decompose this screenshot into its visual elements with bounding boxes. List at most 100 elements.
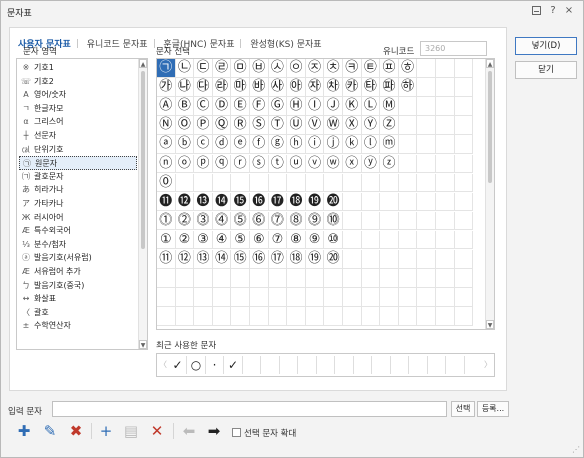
char-cell[interactable]: ⓐ bbox=[157, 135, 176, 154]
char-cell[interactable] bbox=[380, 288, 399, 307]
category-item[interactable]: Æ 특수외국어 bbox=[19, 224, 137, 238]
char-cell[interactable] bbox=[361, 269, 381, 288]
char-cell[interactable]: ⓶ bbox=[175, 211, 195, 231]
char-cell[interactable]: Ⓨ bbox=[361, 116, 381, 135]
char-cell[interactable] bbox=[175, 307, 195, 326]
recent-char-cell[interactable]: · bbox=[206, 356, 224, 374]
char-cell[interactable] bbox=[361, 230, 381, 250]
char-cell[interactable]: ② bbox=[175, 230, 195, 250]
char-cell[interactable] bbox=[361, 288, 381, 307]
char-cell[interactable]: ㉶ bbox=[305, 78, 325, 97]
recent-char-cell[interactable]: ✓ bbox=[169, 356, 187, 374]
char-cell[interactable]: Ⓗ bbox=[287, 97, 306, 116]
recent-char-cell[interactable] bbox=[410, 356, 428, 374]
char-cell[interactable] bbox=[454, 97, 474, 116]
char-cell[interactable]: ⓲ bbox=[287, 192, 306, 212]
char-cell[interactable] bbox=[231, 288, 250, 307]
category-item[interactable]: ア 가타카나 bbox=[19, 197, 137, 211]
char-cell[interactable] bbox=[361, 173, 381, 193]
char-cell[interactable]: Ⓔ bbox=[231, 97, 250, 116]
char-cell[interactable] bbox=[287, 173, 306, 193]
char-cell[interactable]: ⑦ bbox=[268, 230, 288, 250]
char-cell[interactable] bbox=[436, 211, 455, 231]
char-cell[interactable] bbox=[454, 59, 474, 78]
category-item[interactable]: ※ 기호1 bbox=[19, 61, 137, 75]
recent-next-icon[interactable]: 〉 bbox=[483, 356, 493, 374]
char-cell[interactable] bbox=[157, 288, 176, 307]
char-cell[interactable]: ⓞ bbox=[175, 154, 195, 173]
char-cell[interactable] bbox=[194, 288, 213, 307]
char-cell[interactable]: ㉹ bbox=[361, 78, 381, 97]
grid-scrollbar[interactable]: ▲ ▼ bbox=[485, 59, 494, 329]
char-cell[interactable] bbox=[324, 269, 343, 288]
char-cell[interactable]: ⓟ bbox=[194, 154, 213, 173]
char-cell[interactable] bbox=[324, 307, 343, 326]
scroll-up-icon[interactable]: ▲ bbox=[139, 59, 147, 68]
char-cell[interactable]: ㉧ bbox=[287, 59, 306, 78]
char-cell[interactable]: ㉠ bbox=[157, 59, 176, 78]
char-cell[interactable] bbox=[454, 173, 474, 193]
char-cell[interactable] bbox=[417, 211, 436, 231]
char-cell[interactable]: ㉲ bbox=[231, 78, 250, 97]
char-cell[interactable] bbox=[305, 269, 325, 288]
char-cell[interactable] bbox=[287, 307, 306, 326]
recent-char-cell[interactable] bbox=[391, 356, 409, 374]
char-cell[interactable]: Ⓑ bbox=[175, 97, 195, 116]
char-cell[interactable] bbox=[287, 269, 306, 288]
char-cell[interactable]: ㉭ bbox=[398, 59, 418, 78]
category-list[interactable]: ▲ ▼ ※ 기호1 ☏ 기호2 A 영어/숫자 ㄱ 한글자모 α 그리스어 ┼ 선문자 ㎈ 단위기호 ㉠ 원문… bbox=[16, 58, 148, 350]
char-cell[interactable]: ㉳ bbox=[250, 78, 269, 97]
char-cell[interactable] bbox=[268, 269, 288, 288]
char-cell[interactable] bbox=[436, 78, 455, 97]
recent-char-cell[interactable] bbox=[447, 356, 465, 374]
char-cell[interactable] bbox=[398, 116, 418, 135]
category-item[interactable]: ㄱ 한글자모 bbox=[19, 102, 137, 116]
char-cell[interactable]: ⓔ bbox=[231, 135, 250, 154]
char-cell[interactable] bbox=[398, 250, 418, 269]
char-cell[interactable]: ⓤ bbox=[287, 154, 306, 173]
char-cell[interactable] bbox=[380, 307, 399, 326]
char-cell[interactable] bbox=[380, 173, 399, 193]
char-cell[interactable]: ⓜ bbox=[380, 135, 399, 154]
char-cell[interactable] bbox=[436, 59, 455, 78]
char-cell[interactable]: ⑩ bbox=[324, 230, 343, 250]
category-scrollbar[interactable]: ▲ ▼ bbox=[138, 59, 147, 349]
char-cell[interactable]: ⓵ bbox=[157, 211, 176, 231]
char-cell[interactable]: ⓳ bbox=[305, 192, 325, 212]
char-cell[interactable] bbox=[454, 78, 474, 97]
char-cell[interactable] bbox=[454, 135, 474, 154]
char-cell[interactable]: ㉢ bbox=[194, 59, 213, 78]
char-cell[interactable] bbox=[343, 192, 362, 212]
char-cell[interactable] bbox=[436, 230, 455, 250]
char-cell[interactable]: Ⓘ bbox=[305, 97, 325, 116]
char-cell[interactable] bbox=[194, 269, 213, 288]
char-cell[interactable] bbox=[380, 192, 399, 212]
edit-char-icon[interactable]: ✎ bbox=[39, 420, 61, 442]
char-cell[interactable]: ⓑ bbox=[175, 135, 195, 154]
close-icon[interactable]: × bbox=[562, 4, 576, 18]
category-item[interactable]: あ 히라가나 bbox=[19, 183, 137, 197]
char-cell[interactable]: ⑳ bbox=[324, 250, 343, 269]
char-cell[interactable] bbox=[454, 288, 474, 307]
char-cell[interactable] bbox=[343, 173, 362, 193]
scroll-thumb[interactable] bbox=[141, 71, 145, 249]
char-cell[interactable]: Ⓓ bbox=[212, 97, 232, 116]
unicode-field[interactable]: 3260 bbox=[420, 41, 487, 56]
category-item[interactable]: ☏ 기호2 bbox=[19, 75, 137, 89]
char-cell[interactable]: ㉯ bbox=[175, 78, 195, 97]
char-cell[interactable]: ⓗ bbox=[287, 135, 306, 154]
char-cell[interactable]: ⑭ bbox=[212, 250, 232, 269]
char-cell[interactable] bbox=[417, 154, 436, 173]
char-cell[interactable]: ⓨ bbox=[361, 154, 381, 173]
char-cell[interactable]: ⓭ bbox=[194, 192, 213, 212]
grid-scroll-down-icon[interactable]: ▼ bbox=[486, 320, 494, 329]
close-button[interactable]: 닫기 bbox=[515, 61, 577, 79]
category-item[interactable]: ⓐ 발음기호(서유럽) bbox=[19, 251, 137, 265]
char-cell[interactable]: ⓥ bbox=[305, 154, 325, 173]
char-cell[interactable] bbox=[417, 135, 436, 154]
char-cell[interactable] bbox=[436, 307, 455, 326]
scroll-down-icon[interactable]: ▼ bbox=[139, 340, 147, 349]
char-cell[interactable] bbox=[361, 250, 381, 269]
char-cell[interactable] bbox=[305, 307, 325, 326]
char-cell[interactable] bbox=[454, 307, 474, 326]
